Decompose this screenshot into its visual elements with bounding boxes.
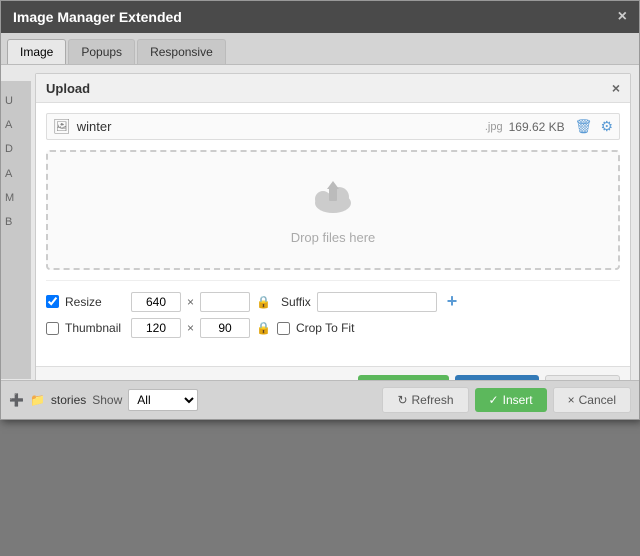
tab-popups[interactable]: Popups <box>68 39 135 64</box>
crop-label: Crop To Fit <box>296 321 354 335</box>
show-select[interactable]: All Images Files <box>128 389 198 411</box>
thumbnail-label: Thumbnail <box>65 321 125 335</box>
resize-width-input[interactable] <box>131 292 181 312</box>
file-size: 169.62 KB <box>509 120 565 134</box>
resize-label: Resize <box>65 295 125 309</box>
sidebar-letter-u: U <box>5 89 27 113</box>
main-content-area: U A D A M B Upload × 🖼 winter .jpg 169.6… <box>1 65 639 419</box>
sidebar-letter-m: M <box>5 186 27 210</box>
add-row-icon[interactable]: + <box>447 291 458 312</box>
refresh-icon: ↻ <box>397 393 407 407</box>
folder-icon: 📁 <box>30 393 45 407</box>
cancel-button[interactable]: × Cancel <box>553 387 631 413</box>
sidebar-letter-a1: A <box>5 113 27 137</box>
file-row: 🖼 winter .jpg 169.62 KB 🗑 ⚙ <box>46 113 620 140</box>
lock-icon: 🔒 <box>256 295 271 309</box>
insert-button[interactable]: ✓ Insert <box>475 388 547 412</box>
file-delete-icon[interactable]: 🗑 <box>575 118 593 135</box>
bottom-left-area: ➕ 📁 stories Show All Images Files <box>9 389 198 411</box>
upload-cloud-icon <box>309 175 357 224</box>
folder-name: stories <box>51 393 86 407</box>
dialog-title: Image Manager Extended <box>13 9 182 25</box>
tab-bar: Image Popups Responsive <box>1 33 639 65</box>
options-area: Resize × 🔒 Suffix + Thumbnail <box>46 280 620 338</box>
file-ext: .jpg <box>485 121 503 133</box>
expand-icon[interactable]: ➕ <box>9 393 24 407</box>
drop-zone-text: Drop files here <box>291 230 376 245</box>
file-settings-icon[interactable]: ⚙ <box>600 118 613 135</box>
refresh-button[interactable]: ↻ Refresh <box>382 387 468 413</box>
upload-panel-close-icon[interactable]: × <box>612 80 620 96</box>
thumbnail-row: Thumbnail × 🔒 Crop To Fit <box>46 318 620 338</box>
dialog-close-icon[interactable]: × <box>618 9 627 25</box>
tab-image[interactable]: Image <box>7 39 66 64</box>
sidebar-letter-d: D <box>5 137 27 161</box>
drop-zone[interactable]: Drop files here <box>46 150 620 270</box>
bottom-bar: ➕ 📁 stories Show All Images Files ↻ Refr… <box>1 380 639 419</box>
resize-row: Resize × 🔒 Suffix + <box>46 291 620 312</box>
thumbnail-x-separator: × <box>187 321 194 335</box>
main-dialog: Image Manager Extended × Image Popups Re… <box>0 0 640 420</box>
sidebar-letter-a2: A <box>5 162 27 186</box>
upload-panel-body: 🖼 winter .jpg 169.62 KB 🗑 ⚙ <box>36 103 630 354</box>
thumbnail-checkbox[interactable] <box>46 322 59 335</box>
sidebar-letters-panel: U A D A M B <box>1 81 31 379</box>
thumbnail-lock-icon: 🔒 <box>256 321 271 335</box>
thumbnail-height-input[interactable] <box>200 318 250 338</box>
insert-icon: ✓ <box>489 393 499 407</box>
suffix-label: Suffix <box>281 295 311 309</box>
file-name: winter <box>77 119 479 134</box>
show-label: Show <box>92 393 122 407</box>
crop-checkbox[interactable] <box>277 322 290 335</box>
upload-panel: Upload × 🖼 winter .jpg 169.62 KB 🗑 ⚙ <box>35 73 631 411</box>
resize-x-separator: × <box>187 295 194 309</box>
upload-panel-header: Upload × <box>36 74 630 103</box>
cancel-icon: × <box>568 393 575 407</box>
bottom-right-area: ↻ Refresh ✓ Insert × Cancel <box>382 387 631 413</box>
file-image-icon: 🖼 <box>53 118 71 135</box>
resize-checkbox[interactable] <box>46 295 59 308</box>
dialog-title-bar: Image Manager Extended × <box>1 1 639 33</box>
sidebar-letter-b: B <box>5 210 27 234</box>
thumbnail-width-input[interactable] <box>131 318 181 338</box>
suffix-input[interactable] <box>317 292 437 312</box>
upload-panel-title: Upload <box>46 81 90 96</box>
tab-responsive[interactable]: Responsive <box>137 39 226 64</box>
resize-height-input[interactable] <box>200 292 250 312</box>
